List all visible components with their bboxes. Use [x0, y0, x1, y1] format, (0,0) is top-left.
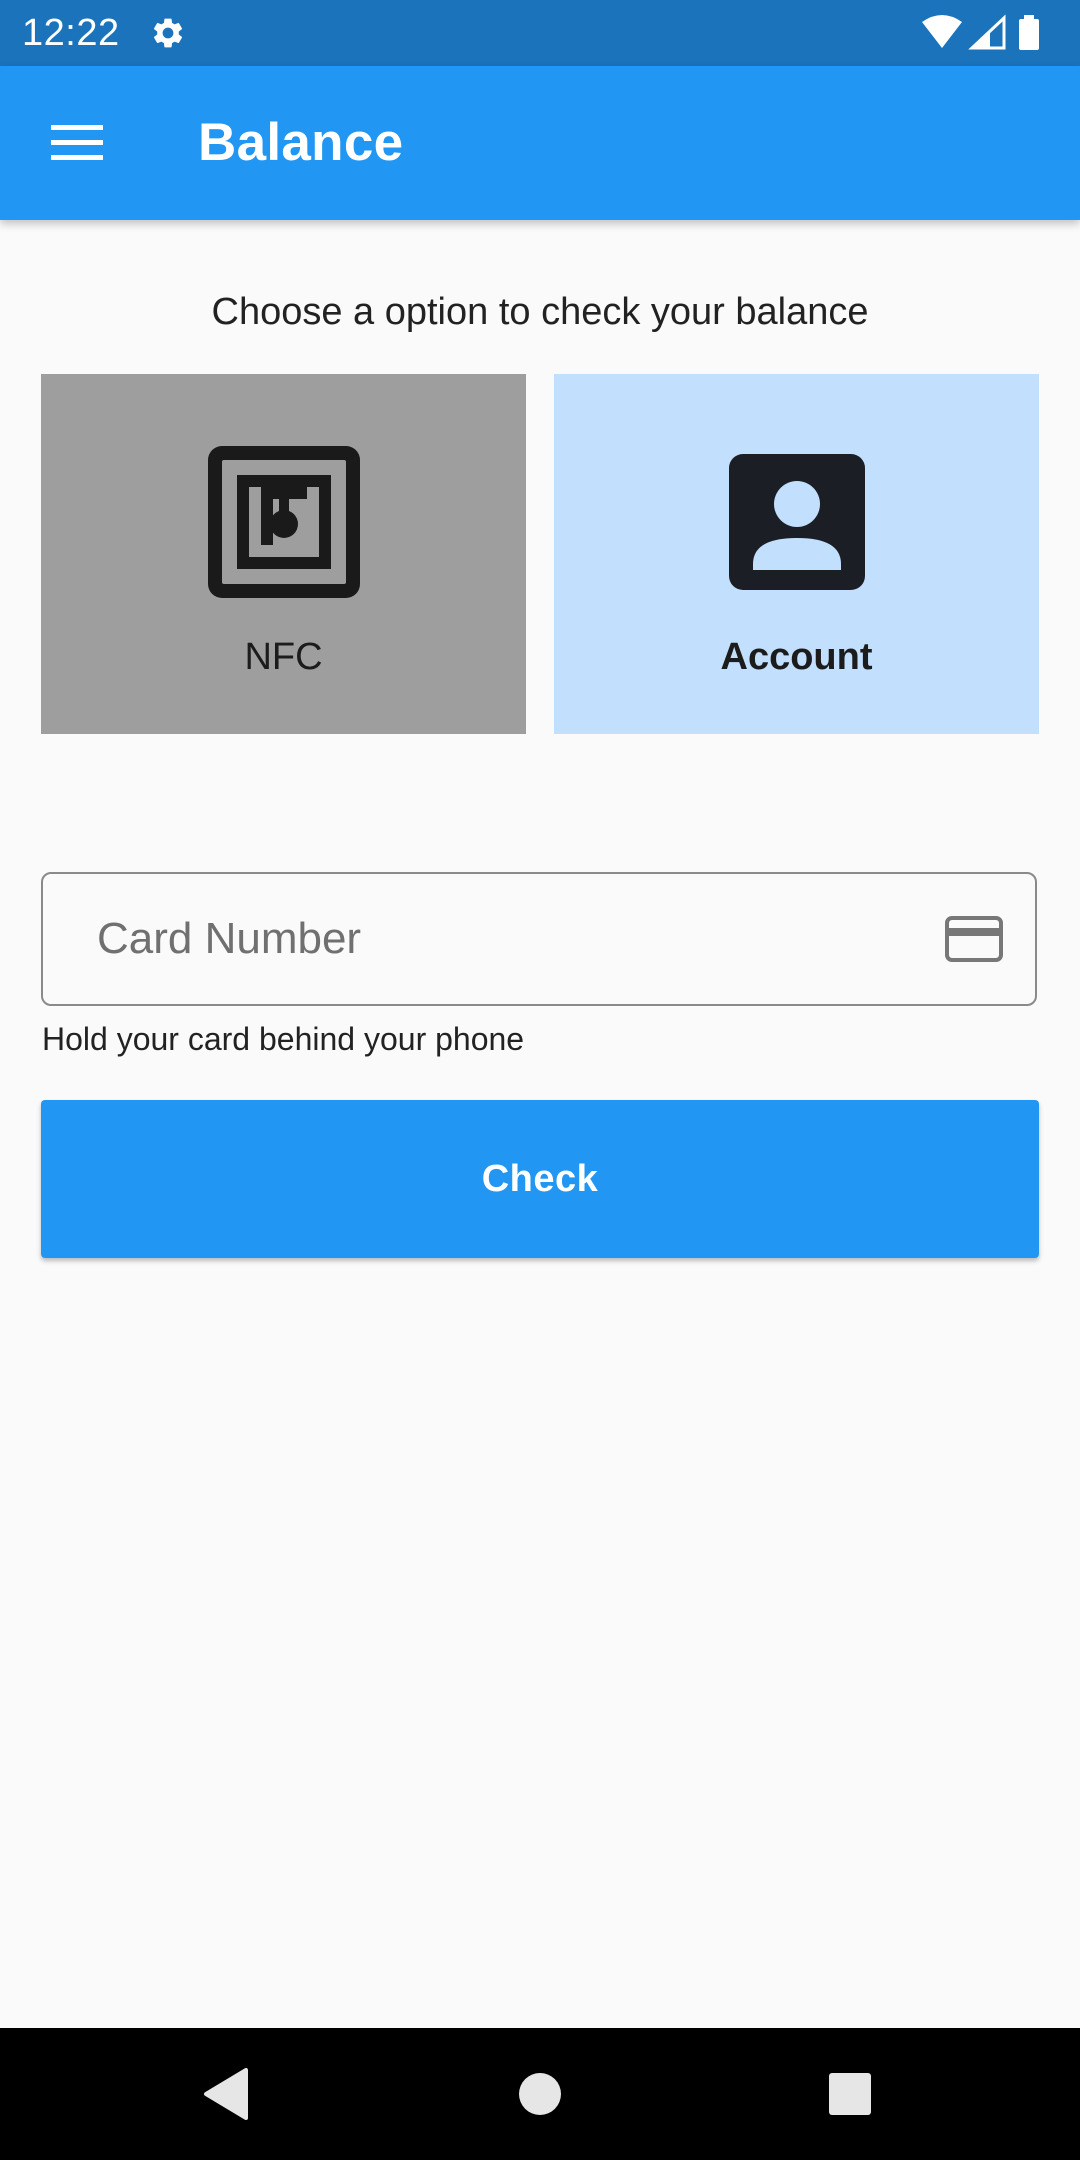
battery-icon	[1019, 15, 1039, 50]
page-title: Balance	[198, 113, 404, 172]
wifi-icon	[922, 15, 962, 48]
option-nfc-label: NFC	[244, 636, 323, 678]
recents-button[interactable]	[814, 2058, 886, 2130]
option-account-label: Account	[720, 636, 873, 678]
app-bar	[0, 66, 1080, 220]
card-number-field[interactable]	[41, 872, 1037, 1006]
card-number-input[interactable]	[97, 874, 897, 1004]
status-bar: 12:22	[0, 0, 1080, 66]
check-button[interactable]: Check	[41, 1100, 1039, 1258]
gear-icon	[153, 18, 183, 48]
home-circle-icon	[519, 2073, 561, 2115]
credit-card-icon	[945, 916, 1003, 962]
home-button[interactable]	[504, 2058, 576, 2130]
back-button[interactable]	[190, 2058, 262, 2130]
helper-text: Hold your card behind your phone	[42, 1021, 525, 1057]
menu-button[interactable]	[42, 110, 112, 176]
status-icons	[922, 14, 1039, 50]
hamburger-menu-icon	[51, 125, 103, 160]
status-time: 12:22	[22, 12, 120, 54]
nfc-icon	[207, 446, 360, 598]
cell-signal-icon	[968, 14, 1006, 50]
option-account[interactable]: Account	[554, 374, 1039, 734]
option-nfc[interactable]: NFC	[41, 374, 526, 734]
account-box-icon	[728, 454, 865, 590]
back-triangle-icon	[204, 2068, 248, 2120]
balance-prompt: Choose a option to check your balance	[211, 291, 869, 333]
recents-square-icon	[829, 2073, 871, 2115]
